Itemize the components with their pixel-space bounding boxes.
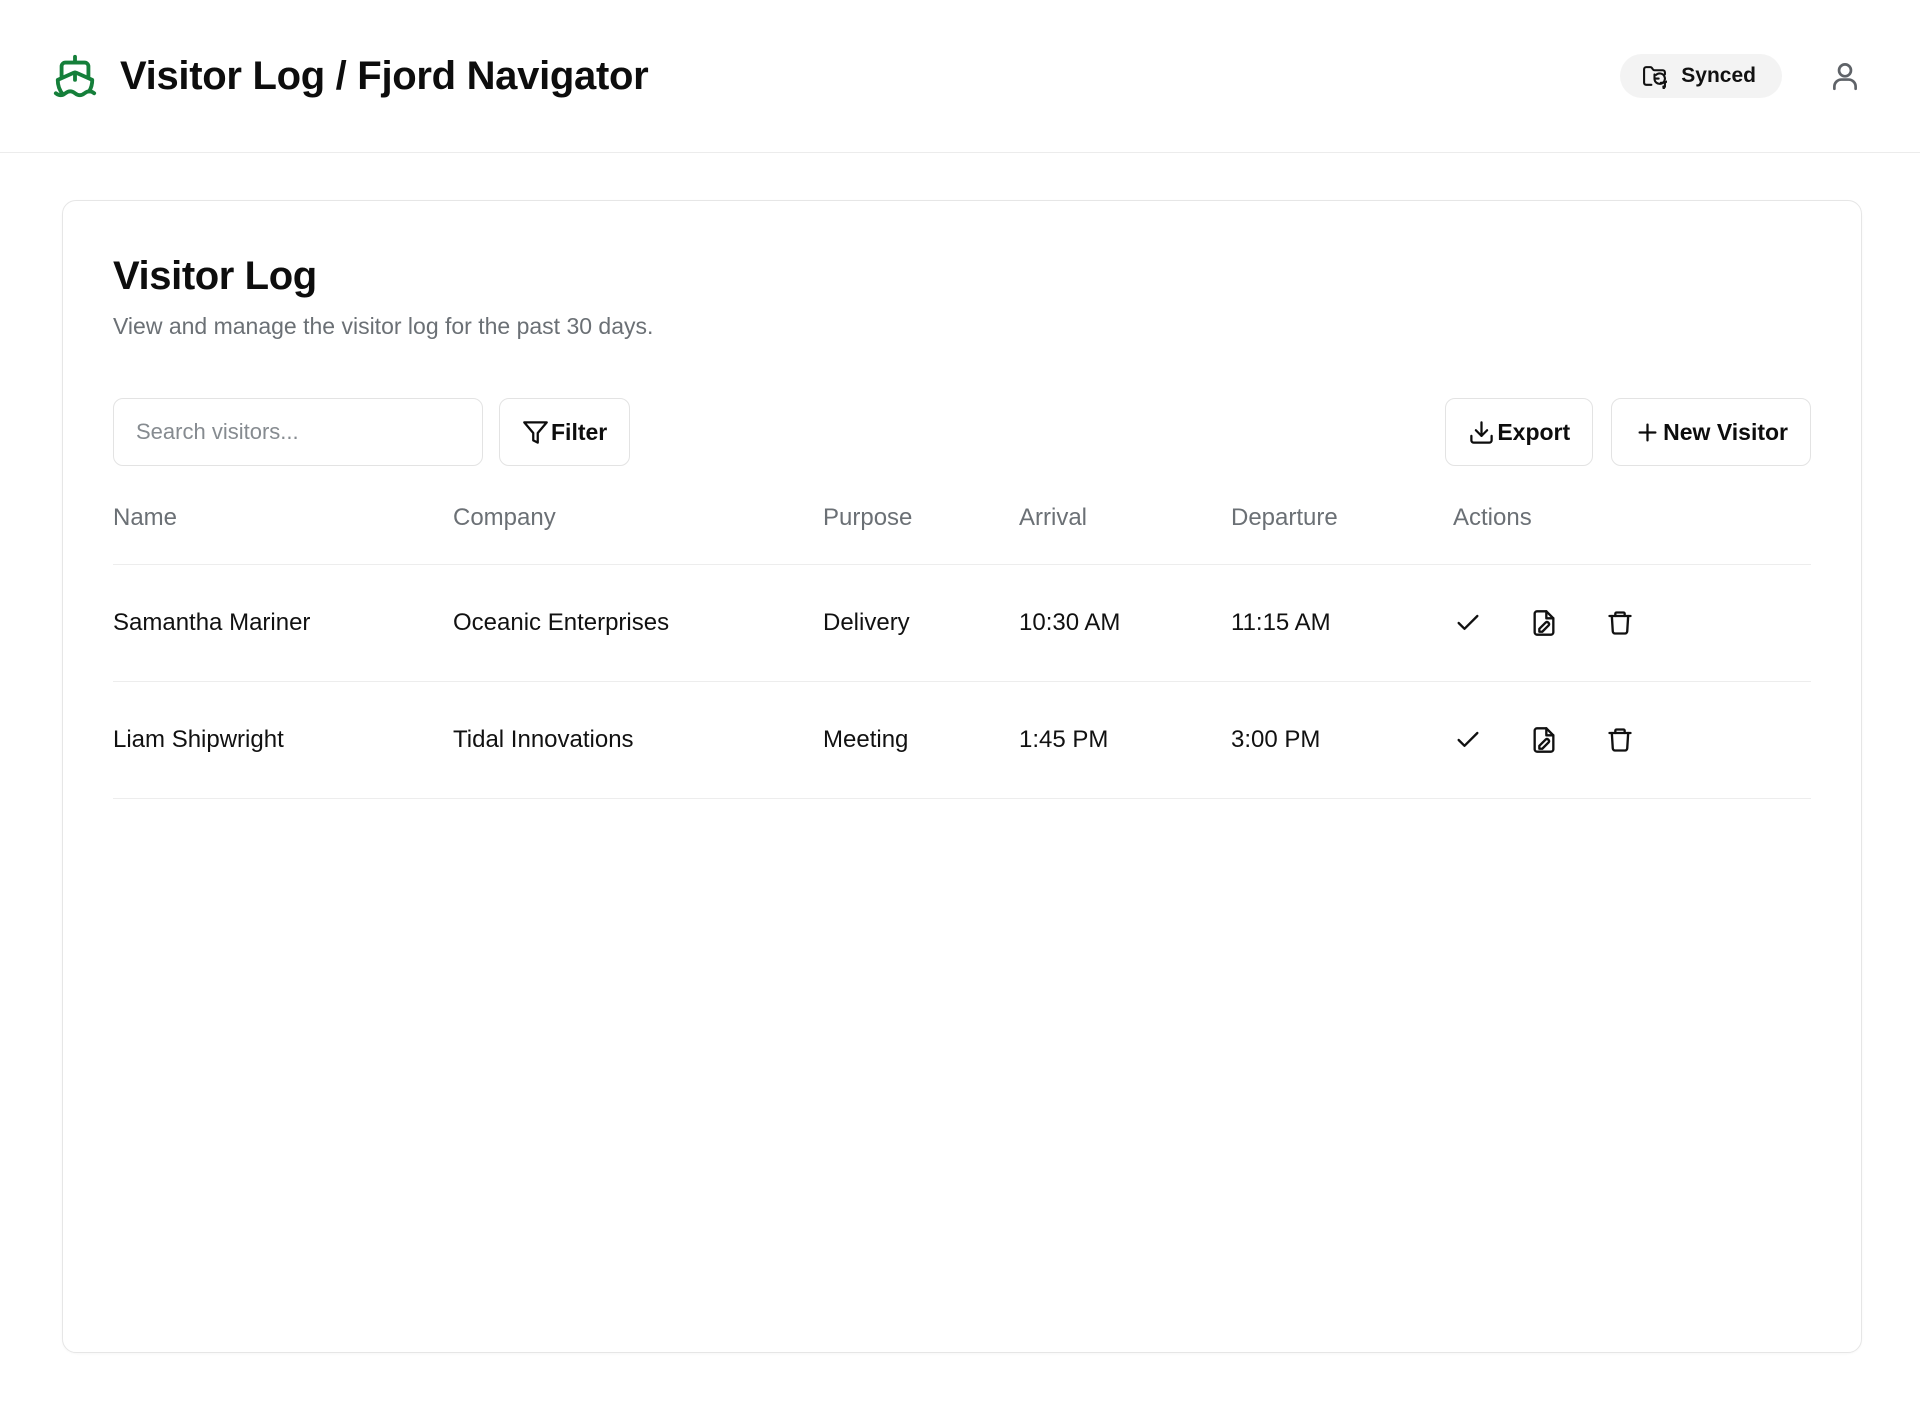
sync-status-badge: Synced	[1620, 54, 1782, 98]
column-header-name: Name	[113, 504, 453, 565]
ship-icon	[52, 53, 98, 99]
table-row: Samantha Mariner Oceanic Enterprises Del…	[113, 565, 1811, 682]
cell-name: Samantha Mariner	[113, 565, 453, 682]
delete-button[interactable]	[1605, 608, 1635, 638]
cell-actions	[1453, 565, 1811, 682]
column-header-arrival: Arrival	[1019, 504, 1231, 565]
edit-button[interactable]	[1529, 608, 1559, 638]
delete-button[interactable]	[1605, 725, 1635, 755]
brand: Visitor Log / Fjord Navigator	[52, 53, 648, 99]
row-actions	[1453, 608, 1811, 638]
cell-company: Tidal Innovations	[453, 682, 823, 799]
app-header: Visitor Log / Fjord Navigator Synced	[0, 0, 1920, 153]
row-actions	[1453, 725, 1811, 755]
trash-icon	[1606, 726, 1634, 754]
export-button-label: Export	[1497, 419, 1570, 446]
user-avatar-icon[interactable]	[1828, 59, 1862, 93]
column-header-actions: Actions	[1453, 504, 1811, 565]
plus-icon	[1634, 419, 1661, 446]
table-toolbar: Filter Export	[113, 398, 1811, 466]
check-icon	[1454, 609, 1482, 637]
new-visitor-button-label: New Visitor	[1663, 419, 1788, 446]
check-in-button[interactable]	[1453, 608, 1483, 638]
export-button[interactable]: Export	[1445, 398, 1593, 466]
page-title: Visitor Log	[113, 253, 1811, 299]
search-input[interactable]	[113, 398, 483, 466]
page-body: Visitor Log View and manage the visitor …	[0, 153, 1920, 1353]
filter-button[interactable]: Filter	[499, 398, 630, 466]
file-edit-icon	[1530, 609, 1558, 637]
cell-name: Liam Shipwright	[113, 682, 453, 799]
trash-icon	[1606, 609, 1634, 637]
table-body: Samantha Mariner Oceanic Enterprises Del…	[113, 565, 1811, 799]
cell-purpose: Meeting	[823, 682, 1019, 799]
cell-arrival: 10:30 AM	[1019, 565, 1231, 682]
cell-company: Oceanic Enterprises	[453, 565, 823, 682]
page-subtitle: View and manage the visitor log for the …	[113, 313, 1811, 340]
column-header-purpose: Purpose	[823, 504, 1019, 565]
app-title: Visitor Log / Fjord Navigator	[120, 54, 648, 99]
header-actions: Synced	[1620, 54, 1862, 98]
visitor-log-card: Visitor Log View and manage the visitor …	[62, 200, 1862, 1353]
folder-sync-icon	[1642, 64, 1667, 89]
sync-status-label: Synced	[1681, 64, 1756, 88]
column-header-company: Company	[453, 504, 823, 565]
visitor-table: Name Company Purpose Arrival Departure A…	[113, 504, 1811, 799]
table-header: Name Company Purpose Arrival Departure A…	[113, 504, 1811, 565]
file-edit-icon	[1530, 726, 1558, 754]
new-visitor-button[interactable]: New Visitor	[1611, 398, 1811, 466]
edit-button[interactable]	[1529, 725, 1559, 755]
check-in-button[interactable]	[1453, 725, 1483, 755]
download-icon	[1468, 419, 1495, 446]
filter-button-label: Filter	[551, 419, 607, 446]
cell-arrival: 1:45 PM	[1019, 682, 1231, 799]
check-icon	[1454, 726, 1482, 754]
table-header-row: Name Company Purpose Arrival Departure A…	[113, 504, 1811, 565]
funnel-icon	[522, 419, 549, 446]
cell-departure: 11:15 AM	[1231, 565, 1453, 682]
column-header-departure: Departure	[1231, 504, 1453, 565]
table-row: Liam Shipwright Tidal Innovations Meetin…	[113, 682, 1811, 799]
cell-departure: 3:00 PM	[1231, 682, 1453, 799]
cell-actions	[1453, 682, 1811, 799]
cell-purpose: Delivery	[823, 565, 1019, 682]
toolbar-right-actions: Export New Visitor	[1445, 398, 1811, 466]
